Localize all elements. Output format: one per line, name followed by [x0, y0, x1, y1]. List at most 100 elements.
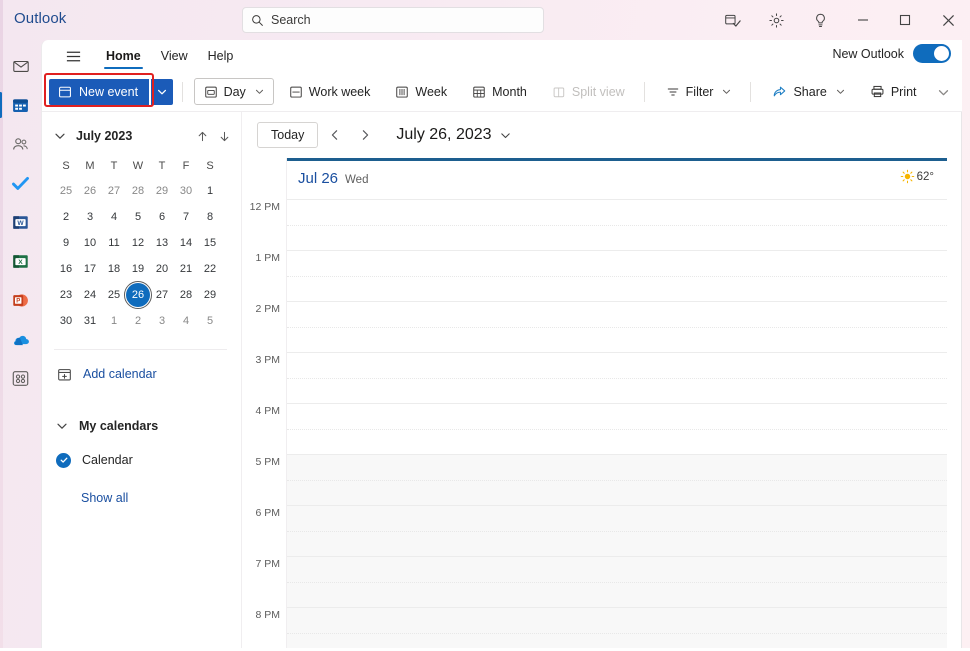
mini-calendar-day[interactable]: 5 — [198, 309, 222, 333]
work-week-button[interactable]: Work week — [279, 78, 381, 105]
mini-calendar-day[interactable]: 29 — [198, 283, 222, 307]
mini-calendar-next-button[interactable] — [213, 125, 235, 147]
month-button[interactable]: Month — [462, 78, 537, 105]
command-separator — [181, 81, 183, 102]
tab-help[interactable]: Help — [198, 41, 244, 71]
mini-calendar-day[interactable]: 2 — [54, 205, 78, 229]
mini-calendar-day[interactable]: 29 — [150, 179, 174, 203]
titlebar-icon-group — [710, 0, 970, 40]
mini-calendar-day[interactable]: 25 — [54, 179, 78, 203]
rail-item-word[interactable]: W — [4, 206, 38, 238]
rail-item-calendar[interactable] — [0, 89, 38, 121]
mini-calendar-day[interactable]: 31 — [78, 309, 102, 333]
mini-calendar-day[interactable]: 19 — [126, 257, 150, 281]
meet-now-icon[interactable] — [710, 0, 754, 40]
day-column[interactable] — [287, 199, 947, 651]
add-calendar-label: Add calendar — [83, 367, 157, 381]
share-button[interactable]: Share — [762, 78, 854, 105]
mini-calendar-day[interactable]: 14 — [174, 231, 198, 255]
rail-item-mail[interactable] — [4, 50, 38, 82]
add-calendar-button[interactable]: Add calendar — [42, 359, 241, 389]
maximize-button[interactable] — [884, 0, 926, 40]
settings-gear-icon[interactable] — [754, 0, 798, 40]
mini-calendar-day[interactable]: 1 — [198, 179, 222, 203]
lightbulb-tips-icon[interactable] — [798, 0, 842, 40]
mini-calendar-day[interactable]: 3 — [78, 205, 102, 229]
mini-calendar-day[interactable]: 15 — [198, 231, 222, 255]
show-all-link[interactable]: Show all — [42, 491, 241, 505]
tab-view[interactable]: View — [151, 41, 198, 71]
mini-calendar-day[interactable]: 6 — [150, 205, 174, 229]
mini-calendar-day[interactable]: 12 — [126, 231, 150, 255]
mini-calendar-day[interactable]: 7 — [174, 205, 198, 229]
panel-right-edge — [961, 112, 962, 651]
mini-calendar-day[interactable]: 5 — [126, 205, 150, 229]
close-button[interactable] — [926, 0, 970, 40]
day-header-label[interactable]: Jul 26 Wed — [298, 170, 368, 187]
mini-calendar-day[interactable]: 20 — [150, 257, 174, 281]
week-button[interactable]: Week — [385, 78, 457, 105]
my-calendars-group[interactable]: My calendars — [42, 411, 241, 441]
new-outlook-toggle[interactable] — [913, 44, 951, 63]
current-date-picker[interactable]: July 26, 2023 — [396, 126, 510, 144]
hour-gridline — [287, 505, 947, 506]
mini-calendar-day[interactable]: 10 — [78, 231, 102, 255]
mini-calendar-day[interactable]: 16 — [54, 257, 78, 281]
hamburger-menu-icon[interactable] — [58, 41, 88, 71]
mini-calendar-day[interactable]: 30 — [54, 309, 78, 333]
mini-calendar-day[interactable]: 27 — [150, 283, 174, 307]
rail-item-excel[interactable]: X — [4, 245, 38, 277]
mini-calendar-day[interactable]: 22 — [198, 257, 222, 281]
previous-day-button[interactable] — [322, 122, 348, 148]
mini-calendar-day[interactable]: 24 — [78, 283, 102, 307]
tab-home[interactable]: Home — [96, 41, 151, 71]
mini-calendar-day[interactable]: 21 — [174, 257, 198, 281]
chevron-down-icon — [54, 420, 70, 432]
mini-calendar-day[interactable]: 4 — [174, 309, 198, 333]
mini-calendar-day[interactable]: 13 — [150, 231, 174, 255]
sidebar-divider — [54, 349, 227, 350]
search-placeholder: Search — [271, 13, 311, 27]
print-button[interactable]: Print — [860, 78, 927, 105]
mini-calendar-day[interactable]: 2 — [126, 309, 150, 333]
mini-calendar-day[interactable]: 17 — [78, 257, 102, 281]
calendar-list-item[interactable]: Calendar — [42, 445, 241, 475]
chevron-down-icon[interactable] — [54, 130, 72, 142]
weather-widget[interactable]: 62° — [900, 169, 934, 184]
rail-item-todo[interactable] — [4, 167, 38, 199]
mini-calendar-day[interactable]: 25 — [102, 283, 126, 307]
work-week-label: Work week — [308, 84, 371, 99]
half-hour-gridline — [287, 632, 947, 634]
mini-calendar-day[interactable]: 1 — [102, 309, 126, 333]
mini-calendar-day[interactable]: 26 — [78, 179, 102, 203]
new-event-button[interactable]: New event — [49, 78, 150, 105]
mini-calendar-day[interactable]: 28 — [174, 283, 198, 307]
mini-calendar-grid: S M T W T F S 25 26 27 28 29 30 1 2 3 4 5 6 7 8 9 10 11 12 13 14 15… — [42, 151, 241, 333]
next-day-button[interactable] — [352, 122, 378, 148]
rail-item-onedrive[interactable] — [4, 323, 38, 355]
mini-calendar-day[interactable]: 9 — [54, 231, 78, 255]
rail-item-people[interactable] — [4, 128, 38, 160]
mini-calendar-day[interactable]: 23 — [54, 283, 78, 307]
mini-calendar-day[interactable]: 4 — [102, 205, 126, 229]
mini-calendar-day[interactable]: 11 — [102, 231, 126, 255]
mini-calendar-day[interactable]: 27 — [102, 179, 126, 203]
rail-item-apps[interactable] — [4, 362, 38, 394]
new-event-dropdown-button[interactable] — [150, 78, 173, 105]
minimize-button[interactable] — [842, 0, 884, 40]
filter-button[interactable]: Filter — [656, 78, 742, 105]
mini-calendar-day[interactable]: 30 — [174, 179, 198, 203]
search-input[interactable]: Search — [242, 7, 544, 33]
view-day-button[interactable]: Day — [193, 78, 274, 105]
mini-calendar-day[interactable]: 8 — [198, 205, 222, 229]
mini-calendar-day[interactable]: 28 — [126, 179, 150, 203]
mini-calendar-day[interactable]: 3 — [150, 309, 174, 333]
rail-item-powerpoint[interactable]: P — [4, 284, 38, 316]
mini-calendar-day-selected[interactable]: 26 — [124, 281, 152, 309]
mini-calendar-prev-button[interactable] — [191, 125, 213, 147]
mini-calendar-dow-5: F — [182, 160, 190, 172]
time-grid[interactable]: 12 PM 1 PM 2 PM 3 PM 4 PM 5 PM 6 PM 7 PM 8 PM — [242, 199, 962, 651]
today-button[interactable]: Today — [257, 122, 319, 148]
mini-calendar-day[interactable]: 18 — [102, 257, 126, 281]
command-overflow-button[interactable] — [931, 80, 955, 104]
